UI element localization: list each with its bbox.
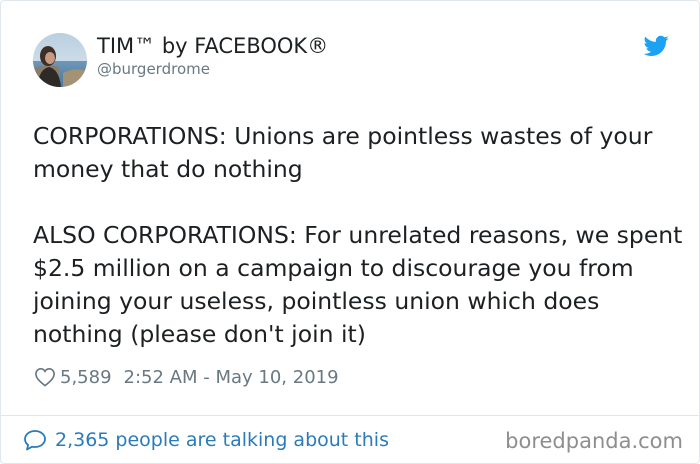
heart-icon[interactable]: [34, 367, 56, 387]
tweet-header: TIM™ by FACEBOOK® @burgerdrome: [1, 1, 699, 101]
talking-about-label: 2,365 people are talking about this: [55, 429, 389, 451]
tweet-text: CORPORATIONS: Unions are pointless waste…: [33, 120, 683, 351]
speech-bubble-icon: [24, 430, 46, 451]
tweet-card: TIM™ by FACEBOOK® @burgerdrome CORPORATI…: [0, 0, 700, 464]
tweet-paragraph: CORPORATIONS: Unions are pointless waste…: [33, 122, 653, 183]
tweet-meta: 5,589 2:52 AM - May 10, 2019: [34, 364, 339, 390]
timestamp[interactable]: 2:52 AM - May 10, 2019: [124, 367, 339, 388]
divider: [1, 415, 699, 416]
tweet-paragraph: ALSO CORPORATIONS: For unrelated reasons…: [33, 221, 683, 348]
talking-about-link[interactable]: 2,365 people are talking about this: [23, 427, 389, 453]
like-count[interactable]: 5,589: [60, 367, 112, 388]
avatar-photo: [33, 33, 87, 87]
avatar[interactable]: [33, 33, 87, 87]
twitter-bird-icon[interactable]: [644, 35, 669, 57]
display-name[interactable]: TIM™ by FACEBOOK®: [97, 33, 328, 59]
watermark: boredpanda.com: [505, 429, 683, 453]
user-handle[interactable]: @burgerdrome: [97, 59, 210, 79]
